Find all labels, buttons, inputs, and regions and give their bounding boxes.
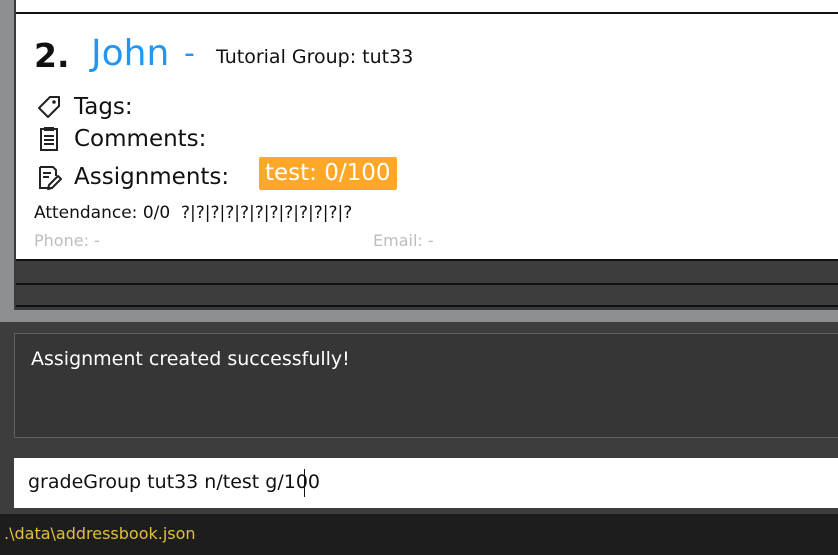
status-bar: .\data\addressbook.json [0,514,838,555]
person-list-panel[interactable]: 2. John - Tutorial Group: tut33 Tags: Co… [0,0,838,322]
command-input[interactable] [28,471,818,493]
tags-row: Tags: [36,94,133,120]
attendance-text: Attendance: 0/0 ?|?|?|?|?|?|?|?|?|?|?|? [34,203,353,223]
tag-icon [36,94,62,120]
tutorial-group: Tutorial Group: tut33 [216,46,414,68]
person-index: 2. [34,36,70,75]
save-location: .\data\addressbook.json [4,524,196,543]
edit-document-icon [36,164,62,190]
assignments-label: Assignments: [74,164,230,190]
assignment-badge: test: 0/100 [259,157,397,190]
previous-card-bottom [16,0,838,14]
email-text: Email: - [373,231,434,250]
person-card[interactable]: 2. John - Tutorial Group: tut33 Tags: Co… [16,14,838,261]
comments-row: Comments: [36,126,206,152]
person-name: John [91,33,170,74]
next-card[interactable] [16,261,838,285]
tags-label: Tags: [74,94,133,120]
command-box[interactable] [14,458,838,508]
result-message: Assignment created successfully! [31,348,350,370]
phone-text: Phone: - [34,231,100,250]
next-card[interactable] [16,285,838,307]
assignments-row: Assignments: [36,164,229,190]
text-caret [304,469,305,497]
comments-label: Comments: [74,126,207,152]
result-display[interactable]: Assignment created successfully! [14,333,838,438]
notepad-icon [36,126,62,152]
name-separator: - [184,36,195,71]
